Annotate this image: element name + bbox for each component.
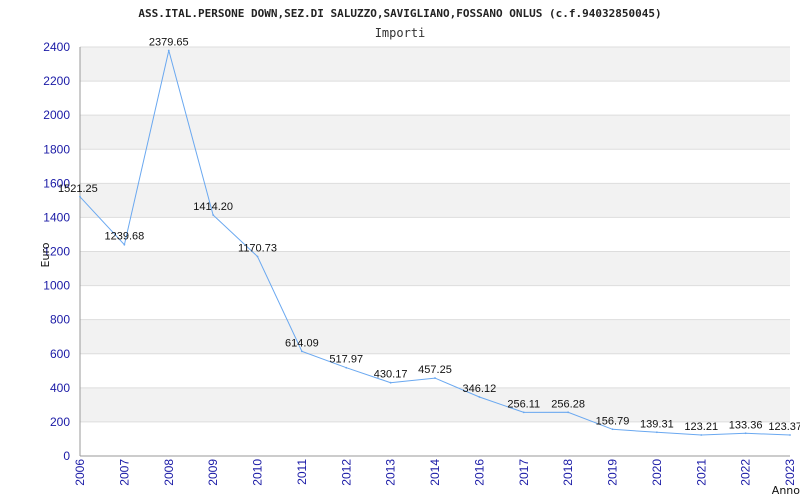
x-tick-label: 2022: [739, 459, 753, 486]
chart: 0200400600800100012001400160018002000220…: [39, 7, 800, 497]
data-label: 430.17: [374, 369, 408, 381]
y-tick-label: 2400: [43, 40, 70, 54]
y-tick-label: 600: [50, 347, 70, 361]
y-tick-label: 1400: [43, 210, 70, 224]
data-point: [567, 411, 570, 414]
chart-subtitle: Importi: [375, 26, 426, 40]
data-point: [744, 432, 747, 435]
x-tick-label: 2020: [650, 459, 664, 486]
data-point: [123, 243, 126, 246]
x-tick-label: 2019: [606, 459, 620, 486]
x-tick-label: 2009: [206, 459, 220, 486]
x-tick-label: 2012: [339, 459, 353, 486]
data-point: [655, 431, 658, 434]
data-label: 1239.68: [104, 231, 144, 243]
x-tick-label: 2014: [428, 459, 442, 486]
x-tick-label: 2006: [73, 459, 87, 486]
grid-band: [80, 251, 790, 286]
data-point: [79, 195, 81, 198]
data-label: 457.25: [418, 364, 452, 376]
data-point: [389, 381, 392, 384]
x-tick-label: 2008: [162, 459, 176, 486]
data-point: [167, 49, 170, 52]
data-point: [611, 428, 614, 431]
data-point: [789, 434, 791, 436]
x-tick-label: 2016: [472, 459, 486, 486]
grid-band: [80, 319, 790, 354]
x-tick-label: 2021: [694, 459, 708, 486]
data-point: [256, 255, 259, 258]
x-tick-label: 2010: [251, 459, 265, 486]
data-label: 139.31: [640, 418, 674, 430]
data-label: 1414.20: [193, 201, 233, 213]
data-point: [300, 350, 303, 353]
x-tick-label: 2011: [295, 459, 309, 485]
y-tick-label: 2000: [43, 108, 70, 122]
data-labels: 1521.25 1239.68 2379.65 1414.20 1170.73 614.0…: [58, 36, 800, 433]
x-tick-label: 2007: [117, 459, 131, 486]
y-tick-label: 1000: [43, 279, 70, 293]
grid-band: [80, 387, 790, 422]
data-point: [212, 214, 215, 216]
grid-band: [80, 115, 790, 150]
y-tick-label: 1800: [43, 142, 70, 156]
x-tick-label: 2018: [561, 459, 575, 486]
data-label: 2379.65: [149, 36, 189, 48]
y-axis-label: Euro: [39, 242, 52, 267]
data-label: 156.79: [596, 415, 630, 427]
data-point: [522, 411, 525, 414]
x-tick-label: 2023: [783, 459, 797, 486]
grid-band: [80, 183, 790, 218]
data-label: 256.28: [551, 398, 585, 410]
data-label: 517.97: [329, 354, 363, 366]
x-tick-label: 2017: [517, 459, 531, 486]
data-label: 123.37: [768, 421, 800, 433]
y-tick-label: 2200: [43, 74, 70, 88]
y-tick-label: 800: [50, 313, 70, 327]
data-label: 256.11: [507, 398, 540, 410]
y-tick-label: 0: [63, 449, 70, 463]
data-point: [345, 366, 348, 369]
y-tick-label: 400: [50, 381, 70, 395]
x-axis-label: Anno: [772, 484, 800, 497]
data-label: 123.21: [684, 421, 718, 433]
x-tick-labels: 2006 2007 2008 2009 2010 2011 2012 2013 2014 2016…: [73, 459, 797, 486]
data-point: [434, 377, 436, 379]
data-label: 614.09: [285, 337, 319, 349]
x-tick-label: 2013: [384, 459, 398, 486]
chart-title: ASS.ITAL.PERSONE DOWN,SEZ.DI SALUZZO,SAV…: [138, 7, 661, 20]
data-label: 1170.73: [238, 242, 277, 254]
data-point: [478, 396, 481, 398]
data-label: 133.36: [729, 419, 763, 431]
data-label: 1521.25: [58, 183, 98, 195]
data-label: 346.12: [463, 383, 497, 395]
grid-band: [80, 47, 790, 82]
y-tick-label: 200: [50, 415, 70, 429]
data-point: [700, 434, 703, 436]
